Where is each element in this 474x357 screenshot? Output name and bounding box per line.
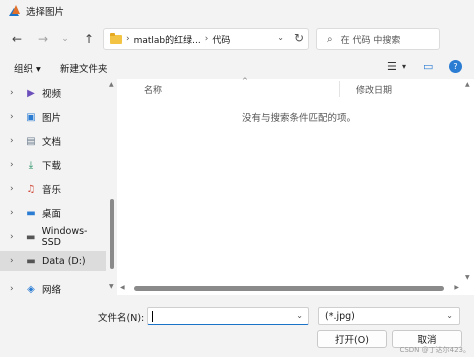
back-icon[interactable]: ← [8,30,26,48]
filetype-dropdown-icon[interactable]: ⌄ [446,311,453,320]
sidebar-item-label: Data (D:) [42,255,86,267]
column-header-date[interactable]: 修改日期 [356,83,392,96]
search-input[interactable]: ⌕ 在 代码 中搜索 [316,28,440,50]
scrollbar-thumb[interactable] [110,199,114,269]
filetype-select[interactable]: (*.jpg) ⌄ [318,307,460,325]
window-title: 选择图片 [26,7,65,18]
expand-chevron-icon[interactable]: › [10,184,24,194]
view-options-icon[interactable]: ☰ [387,60,397,73]
desktop-icon: ▬ [26,207,36,219]
sidebar-item-label: Windows-SSD [41,226,88,248]
sidebar-item[interactable]: › ⤓ 下载 [0,155,106,175]
expand-chevron-icon[interactable]: › [10,160,24,170]
expand-chevron-icon[interactable]: › [10,232,24,242]
sidebar-item-label: 图片 [42,113,62,124]
expand-chevron-icon[interactable]: › [10,88,24,98]
navigation-bar: ← → ⌄ ↑ › matlab的红绿... › 代码 ⌄ ↻ ⌕ 在 代码 中… [0,22,474,58]
expand-chevron-icon[interactable]: › [10,256,24,266]
sidebar-item-label: 文档 [42,137,62,148]
navigation-pane: › ▶ 视频 › ▣ 图片 › ▤ 文档 › ⤓ 下载 › ♫ 音乐 › ▬ 桌面 › ▬ Windows-SSD › ▬ D… [0,79,116,295]
filename-input[interactable]: ⌄ [147,307,309,325]
documents-icon: ▤ [26,135,36,147]
sidebar-item-label: 视频 [42,89,62,100]
network-icon: ◈ [27,283,35,295]
text-caret [152,311,153,322]
search-placeholder: 在 代码 中搜索 [340,35,401,46]
filename-label: 文件名(N): [98,313,145,324]
sidebar-item[interactable]: › ▬ Windows-SSD [0,226,106,248]
sidebar-item[interactable]: › ▶ 视频 [0,83,106,103]
new-folder-button[interactable]: 新建文件夹 [60,61,108,75]
expand-chevron-icon[interactable]: › [10,112,24,122]
sidebar-item-label: 音乐 [42,185,62,196]
drive-icon: ▬ [25,231,36,243]
file-list-horizontal-scrollbar[interactable]: ◀ ▶ [117,283,462,295]
column-header-name[interactable]: 名称 [144,83,162,96]
sidebar-item[interactable]: › ▬ Data (D:) [0,251,106,271]
matlab-icon [8,5,20,17]
up-icon[interactable]: ↑ [80,30,98,48]
sidebar-item-label: 桌面 [42,209,62,220]
sidebar-item-label: 网络 [42,285,62,295]
recent-locations-icon[interactable]: ⌄ [56,30,74,48]
file-list-vertical-scrollbar[interactable]: ▲ ▼ [462,79,474,295]
search-icon: ⌕ [327,33,333,45]
preview-pane-icon[interactable]: ▭ [423,60,433,73]
sort-arrow-icon: ^ [242,77,248,85]
scrollbar-thumb[interactable] [134,286,444,291]
watermark: CSDN @丁达尔423。 [399,346,470,354]
address-dropdown-icon[interactable]: ⌄ [277,33,284,42]
video-icon: ▶ [27,87,35,99]
file-list: ^ 名称 修改日期 没有与搜索条件匹配的项。 [117,77,462,285]
open-button[interactable]: 打开(O) [317,330,387,348]
navigation-scrollbar[interactable]: ▲ ▼ [108,79,116,295]
expand-chevron-icon[interactable]: › [10,284,24,294]
forward-icon[interactable]: → [34,30,52,48]
breadcrumb-item[interactable]: matlab的红绿... [134,33,201,46]
refresh-icon[interactable]: ↻ [294,31,304,45]
empty-message: 没有与搜索条件匹配的项。 [242,113,357,124]
sidebar-item[interactable]: › ♫ 音乐 [0,179,106,199]
sidebar-item[interactable]: › ▬ 桌面 [0,203,106,223]
view-dropdown-icon[interactable]: ▾ [402,62,406,71]
drive-icon: ▬ [26,255,36,267]
column-divider[interactable] [339,81,340,97]
expand-chevron-icon[interactable]: › [10,136,24,146]
download-icon: ⤓ [28,159,34,171]
folder-icon [110,32,122,44]
filename-dropdown-icon[interactable]: ⌄ [296,311,303,320]
breadcrumb-item[interactable]: 代码 [212,33,230,46]
dialog-footer: 文件名(N): ⌄ (*.jpg) ⌄ 打开(O) 取消 CSDN @丁达尔42… [0,297,474,357]
music-icon: ♫ [26,183,36,195]
sidebar-item[interactable]: › ▤ 文档 [0,131,106,151]
organize-button[interactable]: 组织 ▾ [14,61,41,75]
address-bar[interactable]: › matlab的红绿... › 代码 ⌄ ↻ [103,28,309,50]
sidebar-item[interactable]: › ▣ 图片 [0,107,106,127]
sidebar-item[interactable]: › ◈ 网络 [0,279,106,296]
title-bar: 选择图片 [0,0,474,22]
pictures-icon: ▣ [26,111,36,123]
expand-chevron-icon[interactable]: › [10,208,24,218]
sidebar-item-label: 下载 [42,161,62,172]
filetype-value: (*.jpg) [325,310,355,322]
help-icon[interactable]: ? [449,60,462,73]
command-bar: 组织 ▾ 新建文件夹 ☰ ▾ ▭ ? [0,58,474,78]
